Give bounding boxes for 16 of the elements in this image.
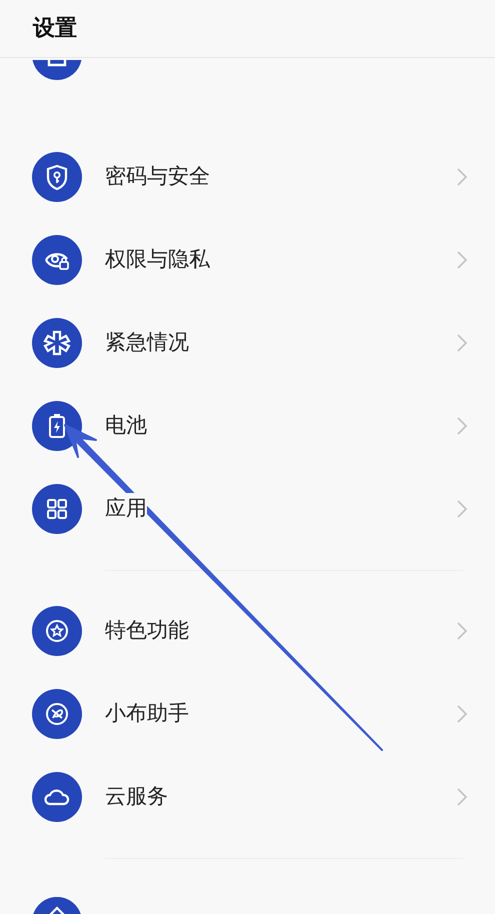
eye-lock-icon — [32, 234, 82, 284]
chevron-icon — [457, 250, 467, 268]
chevron-icon — [457, 416, 467, 434]
chevron-icon — [457, 168, 467, 186]
chevron-icon — [457, 622, 467, 640]
chevron-icon — [457, 788, 467, 806]
chevron-icon — [457, 704, 467, 722]
asterisk-icon — [32, 318, 82, 368]
assistant-icon — [32, 688, 82, 738]
house-icon — [32, 897, 82, 914]
chevron-icon — [457, 334, 467, 352]
cloud-icon — [32, 772, 82, 822]
shield-key-icon — [32, 152, 82, 202]
page-title: 设置 — [33, 15, 77, 43]
chevron-icon — [457, 500, 467, 518]
grid-icon — [32, 484, 82, 534]
